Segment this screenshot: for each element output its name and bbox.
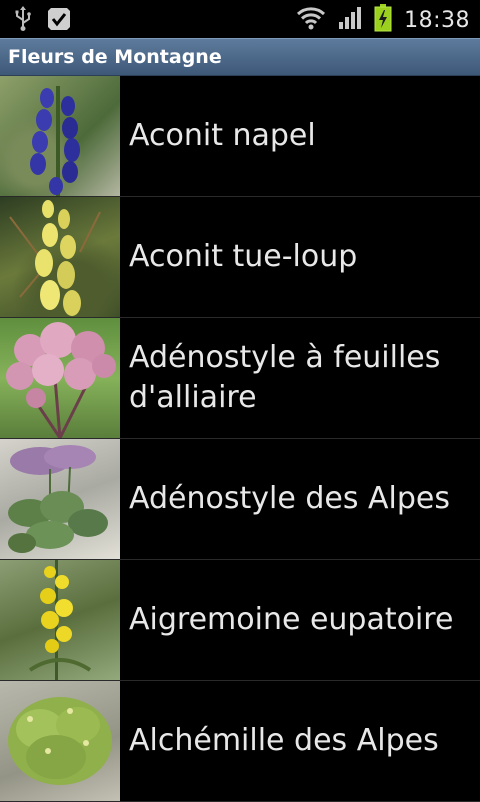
battery-charging-icon — [374, 4, 392, 36]
pink-flower-thumbnail — [0, 318, 120, 438]
flower-name: Aconit napel — [129, 118, 316, 153]
list-item[interactable]: Aconit napel — [0, 76, 480, 197]
status-bar: 18:38 — [0, 0, 480, 38]
list-item[interactable]: Aconit tue-loup — [0, 197, 480, 318]
yellow-spike-thumbnail — [0, 560, 120, 680]
rock-plant-thumbnail — [0, 439, 120, 559]
list-item[interactable]: Adénostyle à feuilles d'alliaire — [0, 318, 480, 439]
flower-name: Adénostyle à feuilles d'alliaire — [129, 340, 441, 415]
flower-name: Adénostyle des Alpes — [129, 481, 450, 516]
flower-list[interactable]: Aconit napel Aconit tue-loup Adénostyle … — [0, 76, 480, 802]
list-item[interactable]: Alchémille des Alpes — [0, 681, 480, 802]
app-title-bar: Fleurs de Montagne — [0, 38, 480, 76]
check-icon — [46, 6, 72, 36]
yellow-flower-thumbnail — [0, 197, 120, 317]
app-title: Fleurs de Montagne — [8, 46, 222, 68]
flower-name: Aconit tue-loup — [129, 239, 358, 274]
wifi-icon — [296, 6, 326, 34]
purple-flower-thumbnail — [0, 76, 120, 196]
signal-icon — [338, 6, 362, 34]
list-item[interactable]: Adénostyle des Alpes — [0, 439, 480, 560]
flower-name: Alchémille des Alpes — [129, 723, 439, 758]
usb-icon — [14, 6, 32, 36]
green-shrub-thumbnail — [0, 681, 120, 801]
flower-name: Aigremoine eupatoire — [129, 602, 454, 637]
list-item[interactable]: Aigremoine eupatoire — [0, 560, 480, 681]
clock: 18:38 — [404, 7, 470, 33]
